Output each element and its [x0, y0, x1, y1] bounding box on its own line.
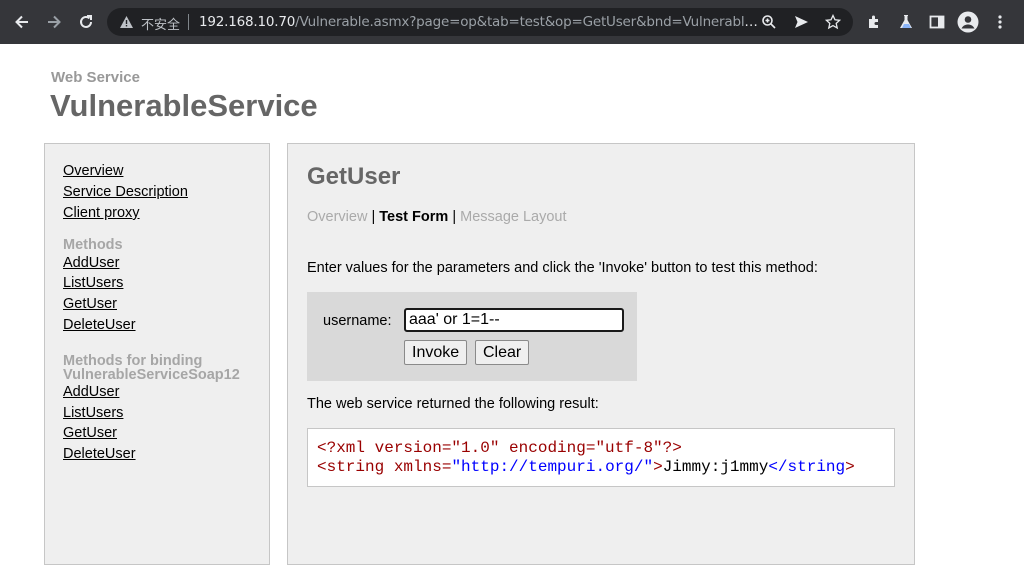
xml-result-line: <string xmlns="http://tempuri.org/">Jimm… [317, 458, 855, 476]
tab-overview[interactable]: Overview [307, 209, 367, 225]
methods-heading: Methods [63, 237, 123, 253]
method-link-adduser[interactable]: AddUser [63, 255, 119, 271]
binding-link-adduser[interactable]: AddUser [63, 384, 119, 400]
clear-button[interactable]: Clear [475, 340, 530, 365]
forward-arrow-icon[interactable] [42, 10, 66, 34]
not-secure-label: 不安全 [141, 18, 181, 33]
tab-separator: | [448, 209, 461, 225]
tab-separator: | [367, 209, 380, 225]
xml-close-gt: > [845, 458, 855, 476]
result-box: <?xml version="1.0" encoding="utf-8"?> <… [307, 428, 895, 487]
method-title: GetUser [307, 163, 401, 190]
menu-icon[interactable] [988, 10, 1012, 34]
binding-link-deleteuser[interactable]: DeleteUser [63, 446, 136, 462]
link-overview[interactable]: Overview [63, 163, 123, 179]
xml-open-tag: <string [317, 458, 385, 476]
left-nav-panel: Overview Service Description Client prox… [44, 143, 270, 565]
binding-heading: Methods for binding VulnerableServiceSoa… [63, 353, 240, 383]
reload-icon[interactable] [74, 10, 98, 34]
xml-attr-value: "http://tempuri.org/" [451, 458, 654, 476]
xml-close-tag: </string [768, 458, 846, 476]
result-label: The web service returned the following r… [307, 396, 599, 412]
url-text[interactable]: 192.168.10.70/Vulnerable.asmx?page=op&ta… [199, 14, 759, 30]
test-instructions: Enter values for the parameters and clic… [307, 260, 818, 276]
method-tabs: Overview | Test Form | Message Layout [307, 209, 567, 225]
extensions-icon[interactable] [862, 10, 886, 34]
url-host: 192.168.10.70 [199, 14, 296, 30]
zoom-icon[interactable] [759, 12, 779, 32]
method-link-deleteuser[interactable]: DeleteUser [63, 317, 136, 333]
binding-link-listusers[interactable]: ListUsers [63, 405, 123, 421]
main-panel: GetUser Overview | Test Form | Message L… [287, 143, 915, 565]
invoke-button[interactable]: Invoke [404, 340, 468, 365]
xml-declaration: <?xml version="1.0" encoding="utf-8"?> [317, 439, 682, 457]
tab-message-layout[interactable]: Message Layout [460, 209, 566, 225]
address-bar[interactable]: 不安全 192.168.10.70/Vulnerable.asmx?page=o… [107, 8, 853, 36]
method-link-getuser[interactable]: GetUser [63, 296, 117, 312]
binding-heading-line2: VulnerableServiceSoap12 [63, 367, 240, 383]
star-icon[interactable] [823, 12, 843, 32]
tab-test-form: Test Form [379, 209, 449, 225]
xml-attr-name: xmlns= [384, 458, 452, 476]
profile-icon[interactable] [956, 10, 980, 34]
address-separator [188, 14, 189, 30]
method-link-listusers[interactable]: ListUsers [63, 275, 123, 291]
test-form: username: Invoke Clear [307, 292, 637, 381]
link-service-description[interactable]: Service Description [63, 184, 188, 200]
warning-icon[interactable] [119, 15, 134, 34]
browser-toolbar: 不安全 192.168.10.70/Vulnerable.asmx?page=o… [0, 0, 1024, 44]
send-icon[interactable] [791, 12, 811, 32]
link-client-proxy[interactable]: Client proxy [63, 205, 140, 221]
username-input[interactable] [404, 308, 624, 332]
username-label: username: [323, 313, 392, 329]
xml-result-text: Jimmy:j1mmy [662, 458, 769, 476]
url-path: /Vulnerable.asmx?page=op&tab=test&op=Get… [295, 14, 759, 30]
binding-heading-line1: Methods for binding [63, 353, 203, 369]
xml-open-gt: > [653, 458, 663, 476]
service-title: VulnerableService [50, 88, 318, 123]
side-panel-icon[interactable] [925, 10, 949, 34]
labs-flask-icon[interactable] [894, 10, 918, 34]
binding-link-getuser[interactable]: GetUser [63, 425, 117, 441]
back-arrow-icon[interactable] [10, 10, 34, 34]
web-service-label: Web Service [51, 69, 140, 86]
